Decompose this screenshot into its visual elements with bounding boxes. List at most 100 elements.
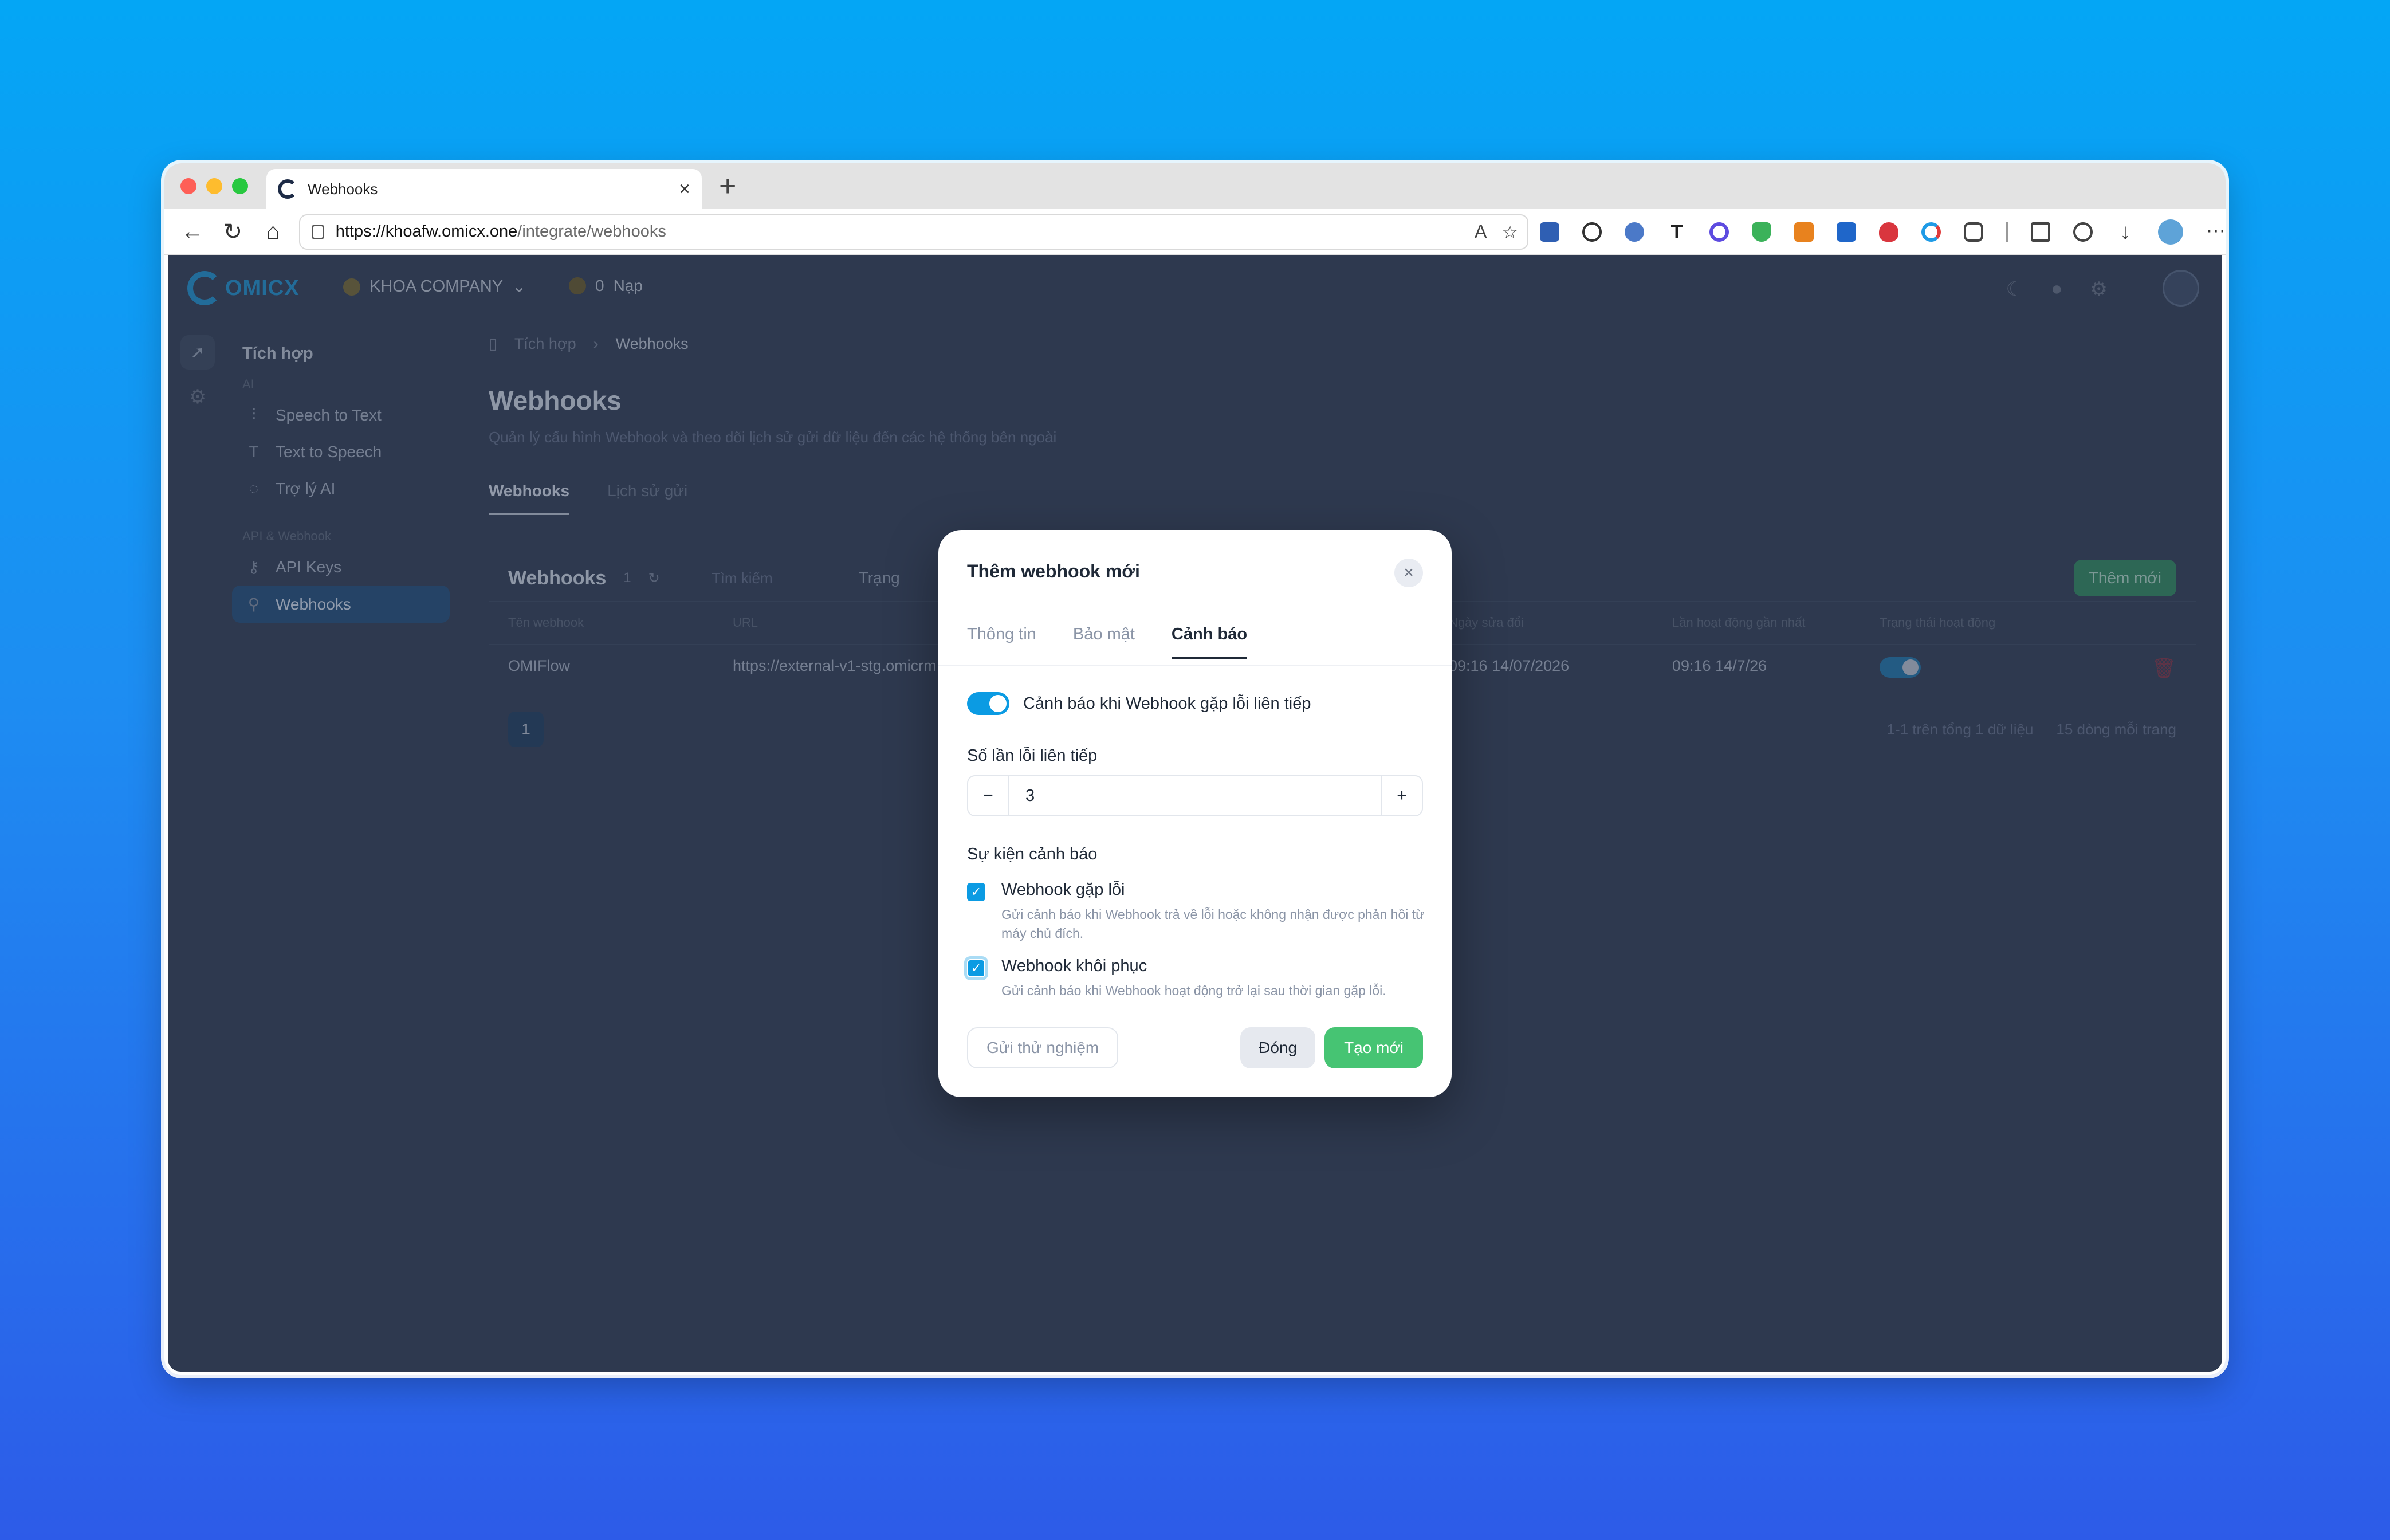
lock-icon: [311, 224, 324, 239]
modal-close-icon[interactable]: ×: [1394, 559, 1423, 587]
extension-circle-icon[interactable]: [1709, 222, 1729, 242]
sidebar-item-ai-assistant[interactable]: ◌ Trợ lý AI: [232, 470, 450, 507]
rail-settings-gear-icon[interactable]: ⚙: [180, 386, 215, 408]
increment-button[interactable]: +: [1381, 776, 1422, 815]
sidebar-toggle-icon[interactable]: ▯: [489, 335, 497, 353]
tab-webhooks[interactable]: Webhooks: [489, 482, 570, 515]
back-arrow-icon[interactable]: ←: [176, 215, 209, 249]
credit-balance[interactable]: 0 Nạp: [569, 277, 643, 295]
extension-bug-icon[interactable]: [1879, 222, 1898, 242]
event-webhook-error: ✓ Webhook gặp lỗi Gửi cảnh báo khi Webho…: [967, 881, 1425, 943]
new-tab-plus-icon[interactable]: +: [719, 171, 736, 201]
integration-rocket-icon[interactable]: ➚: [180, 335, 215, 370]
event-title: Webhook gặp lỗi: [1001, 881, 1125, 899]
omicx-logo-icon: [187, 271, 222, 305]
modal-title: Thêm webhook mới: [967, 561, 1140, 582]
close-button[interactable]: Đóng: [1240, 1027, 1316, 1068]
waveform-icon: ⫶: [251, 406, 256, 423]
breadcrumb-item[interactable]: Tích hợp: [514, 335, 576, 353]
read-aloud-icon[interactable]: A: [1475, 221, 1487, 243]
extension-robot-icon[interactable]: [1625, 222, 1644, 242]
extension-translate-icon[interactable]: [1540, 222, 1559, 242]
error-count-input[interactable]: 3: [1009, 787, 1035, 806]
delete-trash-icon[interactable]: 🗑: [2152, 657, 2176, 682]
favorite-star-icon[interactable]: ☆: [1501, 221, 1518, 243]
sidebar-item-text-to-speech[interactable]: T Text to Speech: [232, 434, 450, 470]
status-filter[interactable]: Trạng: [859, 569, 900, 587]
extension-clock-icon[interactable]: [1582, 222, 1602, 242]
webhook-modified: 09:16 14/07/2026: [1449, 657, 1570, 674]
tab-title: Webhooks: [308, 180, 378, 198]
maximize-window-button[interactable]: [232, 178, 248, 194]
extension-fox-icon[interactable]: [1794, 222, 1814, 242]
event-description: Gửi cảnh báo khi Webhook trả về lỗi hoặc…: [1001, 907, 1425, 941]
toolbar-divider: [2006, 222, 2008, 242]
webhook-name: OMIFlow: [508, 657, 570, 674]
consecutive-error-alert-toggle[interactable]: [967, 692, 1009, 715]
tab-close-icon[interactable]: ×: [679, 178, 690, 201]
history-icon[interactable]: [2073, 222, 2093, 242]
tab-alerts[interactable]: Cảnh báo: [1171, 625, 1248, 659]
settings-gear-icon[interactable]: ⚙: [2090, 278, 2108, 301]
add-webhook-button[interactable]: Thêm mới: [2073, 560, 2176, 596]
tabs-divider: [938, 665, 1452, 666]
error-count-stepper: − 3 +: [967, 775, 1423, 816]
top-up-label: Nạp: [613, 277, 643, 294]
page-subtitle: Quản lý cấu hình Webhook và theo dõi lịc…: [489, 429, 1057, 446]
sidebar-item-label: API Keys: [276, 557, 342, 576]
extension-shield-icon[interactable]: [1752, 222, 1771, 242]
omicx-logo[interactable]: OMICX: [187, 271, 300, 305]
page-title: Webhooks: [489, 386, 622, 415]
toggle-label: Cảnh báo khi Webhook gặp lỗi liên tiếp: [1023, 694, 1311, 713]
webhook-recovered-checkbox[interactable]: ✓: [967, 959, 985, 977]
extensions-puzzle-icon[interactable]: [1964, 222, 1983, 242]
minimize-window-button[interactable]: [206, 178, 222, 194]
sidebar-item-speech-to-text[interactable]: ⫶ Speech to Text: [232, 396, 450, 434]
sidebar-item-label: Trợ lý AI: [276, 480, 336, 497]
user-avatar[interactable]: [2163, 270, 2199, 307]
error-count-label: Số lần lỗi liên tiếp: [967, 747, 1098, 765]
event-title: Webhook khôi phục: [1001, 957, 1147, 975]
sidebar-section-api: API & Webhook: [242, 529, 331, 543]
column-header: Ngày sửa đổi: [1449, 615, 1524, 630]
card-title: Webhooks: [508, 567, 607, 589]
home-icon[interactable]: ⌂: [256, 215, 289, 249]
browser-tab-webhooks[interactable]: Webhooks ×: [266, 169, 702, 209]
event-description: Gửi cảnh báo khi Webhook hoạt động trở l…: [1001, 983, 1386, 998]
extension-text-icon[interactable]: T: [1667, 222, 1687, 242]
more-options-icon[interactable]: ···: [2206, 221, 2226, 242]
pagination-page[interactable]: 1: [508, 712, 544, 747]
address-bar[interactable]: https://khoafw.omicx.one/integrate/webho…: [298, 214, 1528, 250]
webhook-status-toggle[interactable]: [1880, 657, 1921, 678]
text-t-icon: T: [249, 443, 259, 461]
sidebar-item-webhooks[interactable]: ⚲ Webhooks: [232, 586, 450, 623]
modal-footer: Gửi thử nghiệm Đóng Tạo mới: [967, 1027, 1423, 1068]
extension-g-icon[interactable]: [1921, 222, 1941, 242]
profile-avatar-icon[interactable]: [2158, 219, 2183, 245]
send-test-button[interactable]: Gửi thử nghiệm: [967, 1027, 1119, 1068]
refresh-icon[interactable]: ↻: [648, 570, 660, 587]
notification-bell-icon[interactable]: ●: [2051, 278, 2063, 301]
dark-mode-moon-icon[interactable]: ☾: [2006, 278, 2023, 301]
logo-text: OMICX: [225, 276, 300, 300]
tab-history[interactable]: Lịch sử gửi: [607, 482, 687, 515]
omicx-favicon-icon: [278, 179, 297, 199]
reload-icon[interactable]: ↻: [216, 215, 249, 249]
tab-info[interactable]: Thông tin: [967, 625, 1036, 659]
rows-per-page-select[interactable]: 15 dòng mỗi trang: [2056, 721, 2176, 738]
pagination-summary: 1-1 trên tổng 1 dữ liệu: [1886, 720, 2034, 738]
download-icon[interactable]: ↓: [2116, 221, 2135, 243]
webhook-error-checkbox[interactable]: ✓: [967, 883, 985, 901]
url-host: https://khoafw.omicx.one: [335, 222, 518, 241]
event-webhook-recovered: ✓ Webhook khôi phục Gửi cảnh báo khi Web…: [967, 957, 1425, 1000]
split-screen-icon[interactable]: [2031, 222, 2050, 242]
close-window-button[interactable]: [180, 178, 196, 194]
sidebar-title: Tích hợp: [242, 344, 313, 363]
create-button[interactable]: Tạo mới: [1324, 1027, 1423, 1068]
extension-chart-icon[interactable]: [1837, 222, 1856, 242]
search-input[interactable]: Tìm kiếm: [712, 569, 773, 587]
tab-security[interactable]: Bảo mật: [1073, 625, 1135, 659]
sidebar-item-api-keys[interactable]: ⚷ API Keys: [232, 548, 450, 586]
company-selector[interactable]: KHOA COMPANY ⌄: [343, 277, 526, 297]
decrement-button[interactable]: −: [968, 776, 1009, 815]
